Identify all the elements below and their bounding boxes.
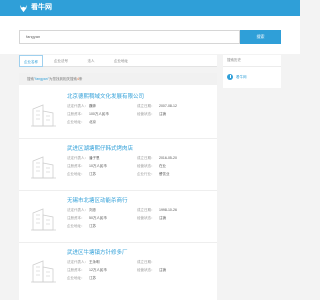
search-button[interactable]: 搜索 bbox=[240, 30, 281, 44]
tab-legal-person[interactable]: 法人 bbox=[79, 55, 103, 67]
building-icon bbox=[31, 260, 56, 283]
info-status: 经营状态： 注销 bbox=[137, 112, 166, 116]
company-name-link[interactable]: 武进区牛塘镇方针修多厂 bbox=[67, 250, 128, 257]
tab-company-code[interactable]: 企业法号 bbox=[49, 55, 73, 67]
search-history-panel: 搜索历史 看牛网 bbox=[223, 55, 281, 88]
building-icon bbox=[31, 156, 56, 179]
info-founded: 成立日期： 2007-08-12 bbox=[137, 104, 177, 108]
info-legal-rep: 法定代表人：魏奔 bbox=[67, 104, 96, 108]
info-legal-rep: 法定代表人：潘子恩 bbox=[67, 156, 100, 160]
building-icon bbox=[31, 104, 56, 127]
search-type-tabs: 企业名称 企业法号 法人 企业地址 bbox=[19, 55, 217, 67]
info-address: 企业地址： 江苏 bbox=[67, 276, 96, 280]
summary-middle: 为您找到相关搜索 bbox=[48, 77, 77, 81]
info-founded: 成立日期： bbox=[137, 260, 155, 264]
company-name-link[interactable]: 武进区湖塘熙仔韩式烤肉店 bbox=[67, 146, 133, 153]
top-header: 看牛网 bbox=[0, 0, 300, 16]
info-capital: 注册资本： 50万人民币 bbox=[67, 216, 107, 220]
results-summary: 搜索"fangyan"为您找到相关搜索4条 bbox=[19, 73, 217, 85]
ox-head-icon bbox=[19, 4, 28, 12]
list-item: 北京德熙稠域文化发展有限公司 法定代表人：魏奔 成立日期： 2007-08-12 … bbox=[19, 87, 217, 139]
info-legal-rep: 法定代表人：王永明 bbox=[67, 260, 100, 264]
history-item-label: 看牛网 bbox=[236, 74, 247, 79]
logo-text: 看牛网 bbox=[31, 4, 52, 11]
history-divider bbox=[223, 66, 281, 67]
building-icon bbox=[31, 208, 56, 231]
info-capital: 注册资本： 100万人民币 bbox=[67, 112, 109, 116]
info-address: 企业地址： 江苏 bbox=[67, 172, 96, 176]
company-name-link[interactable]: 北京德熙稠域文化发展有限公司 bbox=[67, 94, 144, 101]
history-title: 搜索历史 bbox=[227, 58, 241, 62]
info-legal-rep: 法定代表人：刘忠 bbox=[67, 208, 96, 212]
history-item[interactable]: 看牛网 bbox=[227, 73, 247, 81]
summary-keyword: "fangyan" bbox=[34, 77, 49, 81]
info-status: 经营状态： 在业 bbox=[137, 164, 166, 168]
list-item: 无锡市北塘区动能杀商行 法定代表人：刘忠 成立日期： 1998-10-26 注册资… bbox=[19, 191, 217, 243]
info-address: 企业地址： 江苏 bbox=[67, 224, 96, 228]
results-panel: 搜索"fangyan"为您找到相关搜索4条 北京德熙稠域文化发展有限公司 法定代… bbox=[19, 73, 217, 300]
search-input[interactable]: fangyan bbox=[19, 30, 240, 44]
summary-prefix: 搜索 bbox=[27, 77, 34, 81]
info-capital: 注册资本： 10万人民币 bbox=[67, 164, 107, 168]
list-item: 武进区牛塘镇方针修多厂 法定代表人：王永明 成立日期： 注册资本： 12万人民币 … bbox=[19, 243, 217, 295]
tab-company-name[interactable]: 企业名称 bbox=[19, 55, 43, 67]
info-industry: 企业行业： 餐饮业 bbox=[137, 172, 170, 176]
info-founded: 成立日期： 2016-05-20 bbox=[137, 156, 177, 160]
clock-icon bbox=[227, 74, 233, 80]
info-address: 企业地址： 北京 bbox=[67, 120, 96, 124]
info-status: 经营状态： 注销 bbox=[137, 268, 166, 272]
info-status: 经营状态： 注销 bbox=[137, 216, 166, 220]
info-founded: 成立日期： 1998-10-26 bbox=[137, 208, 177, 212]
tab-company-address[interactable]: 企业地址 bbox=[109, 55, 133, 67]
list-item: 武进区湖塘熙仔韩式烤肉店 法定代表人：潘子恩 成立日期： 2016-05-20 注… bbox=[19, 139, 217, 191]
site-logo[interactable]: 看牛网 bbox=[19, 3, 52, 13]
company-name-link[interactable]: 无锡市北塘区动能杀商行 bbox=[67, 198, 128, 205]
info-capital: 注册资本： 12万人民币 bbox=[67, 268, 107, 272]
summary-suffix: 条 bbox=[78, 77, 83, 81]
